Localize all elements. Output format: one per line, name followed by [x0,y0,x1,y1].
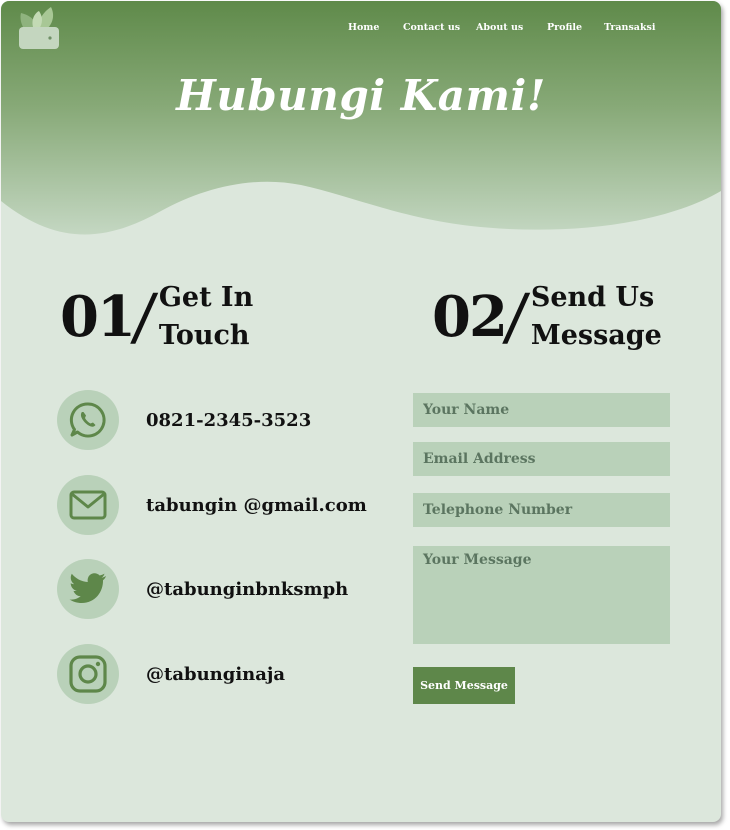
mail-icon [69,490,107,520]
section-title: Send Us Message [531,279,662,355]
contact-whatsapp[interactable]: 0821-2345-3523 [57,390,311,450]
contact-instagram[interactable]: @tabunginaja [57,644,285,704]
contact-twitter[interactable]: @tabunginbnksmph [57,559,348,619]
whatsapp-icon-circle [57,390,119,450]
name-field[interactable] [413,393,670,427]
whatsapp-icon [69,402,106,438]
nav-profile[interactable]: Profile [547,22,582,33]
contact-email-text: tabungin @gmail.com [146,494,367,516]
section-title-line2: Touch [158,320,250,351]
section-title-line1: Send Us [530,282,655,313]
contact-email[interactable]: tabungin @gmail.com [57,475,367,535]
send-message-button[interactable]: Send Message [413,667,515,704]
page-card: Home Contact us About us Profile Transak… [1,1,721,822]
hero-banner [1,1,721,235]
mail-icon-circle [57,475,119,535]
twitter-icon [69,573,106,603]
nav-transaksi[interactable]: Transaksi [604,22,656,33]
section-slash: / [500,280,533,353]
email-field[interactable] [413,442,670,476]
section-title-line1: Get In [158,282,254,313]
instagram-icon-circle [57,644,119,704]
nav-contact-us[interactable]: Contact us [403,22,460,33]
nav-home[interactable]: Home [348,22,379,33]
phone-field[interactable] [413,493,670,527]
contact-instagram-text: @tabunginaja [146,663,286,685]
message-field[interactable] [413,546,670,644]
instagram-icon [69,655,107,693]
section-send-message-heading: 02 / Send Us Message [432,279,662,355]
contact-twitter-text: @tabunginbnksmph [146,578,349,600]
section-get-in-touch-heading: 01 / Get In Touch [60,279,253,355]
page-title: Hubungi Kami! [176,71,546,120]
section-title: Get In Touch [159,279,253,355]
section-title-line2: Message [530,320,662,351]
contact-phone-text: 0821-2345-3523 [146,409,312,431]
section-number: 02 [432,284,508,350]
nav-about-us[interactable]: About us [476,22,523,33]
top-nav: Home Contact us About us Profile Transak… [1,22,721,36]
section-slash: / [128,280,161,353]
section-number: 01 [60,284,136,350]
twitter-icon-circle [57,559,119,619]
